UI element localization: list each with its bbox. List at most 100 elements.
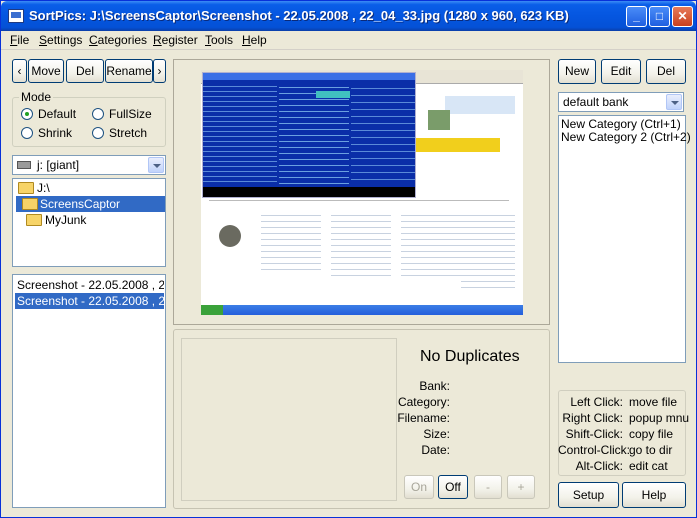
size-label: Size:	[423, 427, 450, 441]
next-button[interactable]: ›	[153, 59, 166, 83]
folder-label: MyJunk	[45, 213, 87, 227]
folder-item-root[interactable]: J:\	[15, 180, 163, 196]
radio-dot	[92, 127, 104, 139]
bank-label: Bank:	[419, 379, 450, 393]
image-avatar	[219, 225, 241, 247]
radio-dot	[21, 127, 33, 139]
image-text	[261, 210, 321, 270]
open-folder-icon	[22, 198, 38, 210]
folder-icon	[26, 214, 42, 226]
image-dark-window	[202, 72, 416, 198]
mode-default-radio[interactable]: Default	[21, 107, 76, 121]
date-label: Date:	[421, 443, 450, 457]
new-category-button[interactable]: New	[558, 59, 596, 84]
help-action: popup mnu	[629, 411, 690, 425]
menu-file[interactable]: File	[10, 33, 29, 47]
mode-legend: Mode	[19, 90, 54, 104]
help-button[interactable]: Help	[622, 482, 686, 508]
file-item[interactable]: Screenshot - 22.05.2008 , 22_0	[15, 293, 164, 309]
help-key: Shift-Click:	[565, 427, 623, 441]
folder-item-myjunk[interactable]: MyJunk	[23, 212, 86, 228]
image-banner	[416, 138, 500, 152]
drive-icon	[17, 161, 31, 169]
preview-image[interactable]	[201, 70, 523, 315]
drive-value: j: [giant]	[37, 158, 80, 172]
radio-dot	[21, 108, 33, 120]
preview-panel[interactable]	[173, 59, 550, 325]
maximize-button[interactable]: □	[649, 6, 670, 27]
off-button[interactable]: Off	[438, 475, 468, 499]
minimize-button[interactable]: _	[626, 6, 647, 27]
help-key: Left Click:	[570, 395, 623, 409]
category-list: New Category (Ctrl+1) New Category 2 (Ct…	[558, 115, 691, 363]
mode-shrink-label: Shrink	[38, 126, 73, 140]
plus-button[interactable]: +	[507, 475, 535, 499]
category-item-1[interactable]: New Category (Ctrl+1)	[561, 117, 681, 131]
menu-help[interactable]: Help	[242, 33, 267, 47]
file-list: Screenshot - 22.05.2008 , 22_0 Screensho…	[12, 274, 166, 508]
help-action: go to dir	[629, 443, 673, 457]
image-dark-titlebar	[203, 73, 415, 80]
category-item-2[interactable]: New Category 2 (Ctrl+2)	[561, 130, 691, 144]
folder-item-screenscaptor[interactable]: ScreensCaptor	[16, 196, 165, 212]
close-button[interactable]: ✕	[672, 6, 693, 27]
help-key: Control-Click:	[558, 443, 631, 457]
prev-button[interactable]: ‹	[12, 59, 27, 83]
app-icon	[8, 9, 24, 23]
open-folder-icon	[18, 182, 34, 194]
drive-select[interactable]: j: [giant]	[12, 155, 166, 175]
image-dark-cursor	[316, 91, 350, 98]
rename-button[interactable]: Rename	[105, 59, 153, 83]
image-thumb	[428, 110, 450, 130]
help-action: edit cat	[629, 459, 668, 473]
duplicate-preview[interactable]	[181, 338, 397, 501]
minus-button[interactable]: -	[474, 475, 502, 499]
image-start	[201, 305, 223, 315]
menu-bar: File Settings Categories Register Tools …	[1, 31, 696, 50]
mode-fullsize-label: FullSize	[109, 107, 152, 121]
image-rule	[209, 200, 509, 201]
bank-select[interactable]: default bank	[558, 92, 684, 112]
title-bar[interactable]: SortPics: J:\ScreensCaptor\Screenshot - …	[1, 1, 696, 31]
radio-dot	[92, 108, 104, 120]
menu-register[interactable]: Register	[153, 33, 198, 47]
image-taskbar	[201, 305, 523, 315]
chevron-down-icon[interactable]	[148, 157, 164, 173]
sortpics-window: SortPics: J:\ScreensCaptor\Screenshot - …	[0, 0, 697, 518]
image-block	[445, 96, 515, 114]
delete-category-button[interactable]: Del	[646, 59, 686, 84]
image-dark-cmdline	[203, 187, 415, 197]
bank-value: default bank	[563, 95, 629, 109]
mode-stretch-label: Stretch	[109, 126, 148, 140]
move-button[interactable]: Move	[28, 59, 64, 83]
setup-button[interactable]: Setup	[558, 482, 619, 508]
folder-label: ScreensCaptor	[40, 197, 121, 211]
delete-file-button[interactable]: Del	[66, 59, 104, 83]
mode-fullsize-radio[interactable]: FullSize	[92, 107, 152, 121]
help-key: Alt-Click:	[575, 459, 623, 473]
chevron-down-icon[interactable]	[666, 94, 682, 110]
mode-shrink-radio[interactable]: Shrink	[21, 126, 72, 140]
image-text	[331, 210, 391, 280]
category-label: Category:	[397, 395, 450, 409]
duplicates-status: No Duplicates	[420, 348, 520, 365]
filename-label: Filename:	[397, 411, 450, 425]
mode-default-label: Default	[38, 107, 77, 121]
mode-stretch-radio[interactable]: Stretch	[92, 126, 147, 140]
edit-category-button[interactable]: Edit	[601, 59, 641, 84]
help-action: move file	[629, 395, 678, 409]
help-action: copy file	[629, 427, 674, 441]
help-key: Right Click:	[562, 411, 623, 425]
menu-tools[interactable]: Tools	[205, 33, 233, 47]
menu-categories[interactable]: Categories	[89, 33, 147, 47]
on-button[interactable]: On	[404, 475, 434, 499]
folder-tree: J:\ ScreensCaptor MyJunk	[12, 178, 166, 267]
image-text	[461, 210, 515, 290]
menu-settings[interactable]: Settings	[39, 33, 82, 47]
image-text	[401, 210, 461, 280]
image-dark-pane	[351, 82, 415, 186]
window-title: SortPics: J:\ScreensCaptor\Screenshot - …	[29, 8, 569, 23]
file-item[interactable]: Screenshot - 22.05.2008 , 22_0	[15, 277, 164, 293]
folder-label: J:\	[37, 181, 50, 195]
image-dark-pane	[203, 82, 277, 186]
